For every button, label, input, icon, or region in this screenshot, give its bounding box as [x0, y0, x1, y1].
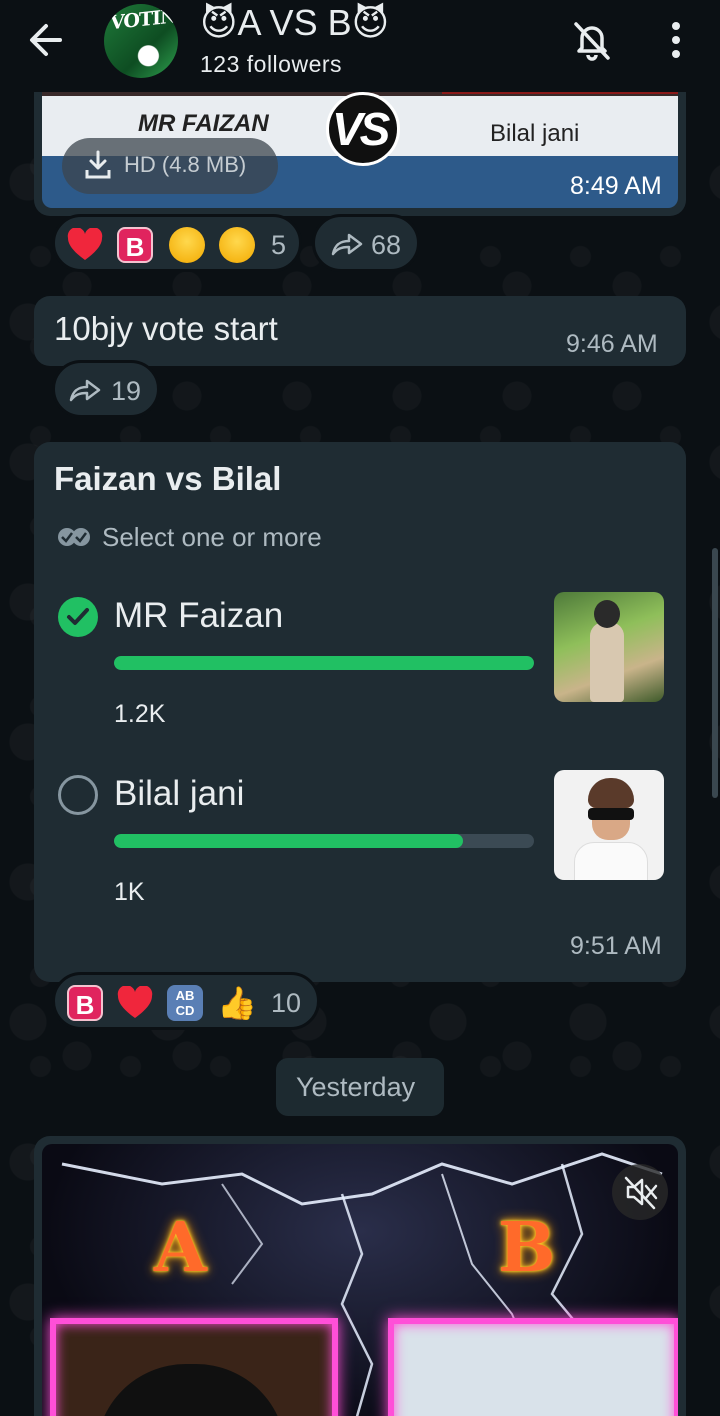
video-mute-button[interactable]: [612, 1164, 668, 1220]
poll-option-checkbox[interactable]: [58, 597, 98, 637]
right-contestant-name: Bilal jani: [490, 120, 580, 147]
forward-icon: [69, 379, 101, 402]
forward-count-pill[interactable]: 19: [52, 360, 160, 418]
forward-icon: [331, 233, 363, 256]
melting-face-icon: [219, 227, 255, 263]
download-button[interactable]: HD (4.8 MB): [62, 138, 278, 194]
download-icon: [85, 150, 111, 179]
poll-option-label[interactable]: Bilal jani: [114, 774, 244, 814]
letter-a-label: A: [154, 1208, 207, 1288]
message-time: 9:51 AM: [570, 932, 662, 960]
b-button-icon: B: [67, 985, 103, 1021]
photo-sunglasses: [588, 808, 634, 820]
mute-button[interactable]: [568, 16, 616, 64]
check-icon: [67, 608, 89, 625]
poll-option-votes[interactable]: 1K: [114, 878, 145, 907]
more-vertical-icon: [672, 22, 680, 58]
photo-shirt: [574, 842, 648, 880]
media-thumbnail[interactable]: VS MR FAIZAN Bilal jani HD (4.8 MB) 8:49…: [42, 80, 678, 208]
poll-option-bar-fill: [114, 834, 463, 848]
forward-count-pill[interactable]: 68: [312, 214, 420, 272]
text-message[interactable]: 10bjy vote start 9:46 AM: [34, 296, 686, 366]
thumbs-up-icon: 👍: [217, 985, 257, 1021]
left-neon-frame: [50, 1318, 338, 1416]
b-button-icon: B: [117, 227, 153, 263]
poll-option-bar: [114, 656, 534, 670]
reactions-pill[interactable]: B 5: [52, 214, 302, 272]
red-heart-icon: [117, 986, 153, 1018]
poll-hint: Select one or more: [102, 522, 322, 552]
scrollbar-thumb[interactable]: [712, 548, 718, 798]
abcd-letters-icon: AB CD: [167, 985, 203, 1021]
left-contestant-name: MR FAIZAN: [138, 110, 269, 137]
date-label: Yesterday: [296, 1072, 416, 1102]
kissing-face-icon: [169, 227, 205, 263]
reactions-pill[interactable]: B AB CD 👍 10: [52, 972, 320, 1030]
poll-option-bar: [114, 834, 534, 848]
vs-label: VS: [332, 103, 390, 155]
message-time: 9:46 AM: [566, 330, 658, 358]
photo-hair: [96, 1364, 286, 1416]
right-neon-frame: [388, 1318, 678, 1416]
reaction-count: 10: [271, 988, 302, 1018]
message-time: 8:49 AM: [570, 172, 662, 200]
photo-head: [594, 600, 620, 628]
letter-b-label: B: [498, 1208, 556, 1288]
download-size: HD (4.8 MB): [124, 152, 247, 177]
arrow-left-icon: [30, 24, 62, 56]
poll-option-votes[interactable]: 1.2K: [114, 700, 165, 729]
poll-option-bar-fill: [114, 656, 534, 670]
video-message[interactable]: A B: [34, 1136, 686, 1416]
followers-count: 123 followers: [200, 51, 343, 77]
media-message[interactable]: VS MR FAIZAN Bilal jani HD (4.8 MB) 8:49…: [34, 80, 686, 216]
forward-count: 68: [371, 230, 402, 260]
double-check-icon: [58, 528, 90, 546]
channel-header: VOTING 😈A VS B😈 123 followers: [0, 0, 720, 92]
date-divider: Yesterday: [276, 1058, 444, 1116]
video-thumbnail[interactable]: A B: [42, 1144, 678, 1416]
red-heart-icon: [67, 228, 103, 260]
poll-message: Faizan vs Bilal Select one or more MR Fa…: [34, 442, 686, 982]
more-options-button[interactable]: [660, 18, 692, 62]
poll-option-image[interactable]: [554, 770, 664, 880]
forward-count: 19: [111, 376, 142, 406]
poll-option-image[interactable]: [554, 592, 664, 702]
avatar-text: VOTING: [110, 4, 178, 35]
bell-off-icon: [574, 22, 610, 61]
reaction-count: 5: [271, 230, 287, 260]
poll-option-checkbox[interactable]: [58, 775, 98, 815]
poll-option-label[interactable]: MR Faizan: [114, 596, 283, 636]
poll-title: Faizan vs Bilal: [54, 460, 282, 497]
photo-figure: [590, 622, 624, 702]
photo-hair: [588, 778, 634, 808]
channel-avatar[interactable]: VOTING: [104, 4, 178, 78]
volume-mute-icon: [624, 1176, 658, 1210]
channel-title[interactable]: 😈A VS B😈: [200, 2, 389, 44]
message-text: 10bjy vote start: [54, 310, 278, 347]
back-button[interactable]: [24, 18, 72, 62]
